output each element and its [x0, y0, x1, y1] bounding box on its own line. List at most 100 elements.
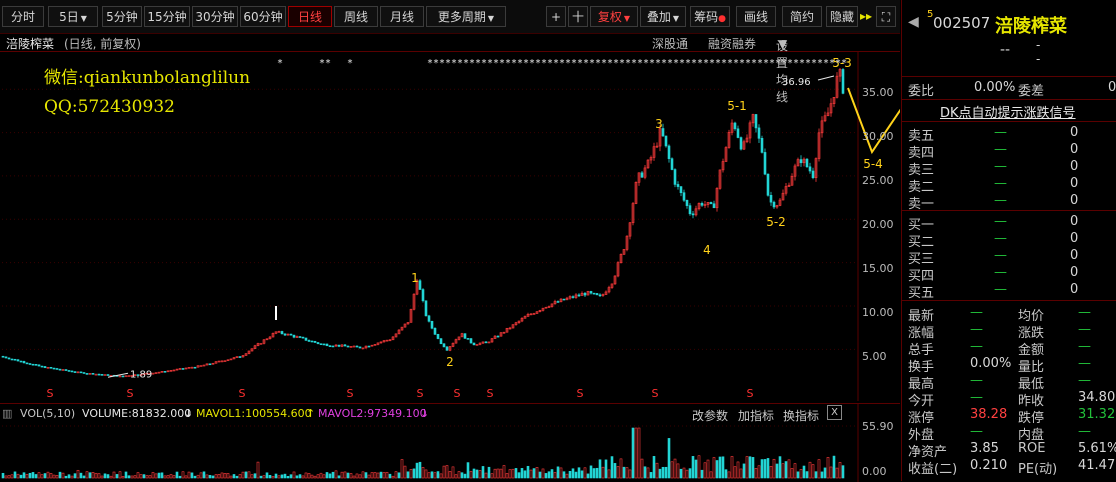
tab-daily[interactable]: 日线: [288, 6, 332, 27]
candle-body: [442, 343, 446, 348]
crosshair-button[interactable]: 十: [568, 6, 588, 27]
candle-body: [280, 331, 284, 335]
stat-row: 外盘 — 内盘 —: [902, 424, 1116, 443]
volume-bar: [733, 466, 737, 479]
volume-bar: [535, 467, 539, 479]
overlay-button[interactable]: 叠加 ▼: [640, 6, 686, 27]
volume-bar: [820, 471, 824, 479]
fuquan-button[interactable]: 复权 ▼: [590, 6, 638, 27]
star-marker: *: [452, 58, 457, 69]
candle-body: [331, 345, 335, 348]
star-marker: *: [704, 58, 709, 69]
volume-bar: [604, 459, 608, 479]
expand-right-icon[interactable]: ▸▸: [858, 6, 874, 27]
volume-bar: [703, 462, 707, 479]
star-marker: *: [626, 58, 631, 69]
tab-60min[interactable]: 60分钟: [240, 6, 286, 27]
wave-label: 3: [655, 117, 663, 131]
prev-stock-icon[interactable]: ◀: [908, 14, 919, 30]
simple-mode-button[interactable]: 简约: [782, 6, 822, 27]
stat-value: 38.28: [970, 407, 1008, 422]
volume-bar: [232, 474, 236, 479]
volume-bar: [505, 473, 509, 479]
draw-line-button[interactable]: 画线: [736, 6, 776, 27]
stat-value: —: [970, 305, 983, 320]
wave-label: 4: [703, 243, 711, 257]
volume-bar: [631, 427, 635, 479]
stat-row: 换手 0.00% 量比 —: [902, 356, 1116, 375]
volume-bar: [388, 473, 392, 479]
volume-bar: [826, 457, 830, 479]
margin-trading-link[interactable]: 融资融券: [708, 35, 756, 52]
volume-bar: [637, 427, 641, 479]
volume-bar: [10, 474, 14, 479]
high-price-label: 36.96: [782, 77, 811, 88]
candle-body: [94, 373, 98, 376]
hide-button[interactable]: 隐藏: [826, 6, 858, 27]
volume-bar: [802, 465, 806, 479]
candle-body: [40, 365, 44, 368]
volume-bar: [583, 467, 587, 479]
volume-bar: [451, 466, 455, 479]
volume-bar: [397, 472, 401, 479]
candle-body: [469, 338, 473, 344]
tab-weekly[interactable]: 周线: [334, 6, 378, 27]
y-tick: 35.00: [862, 86, 894, 99]
dk-signal-link[interactable]: DK点自动提示涨跌信号: [940, 102, 1076, 121]
star-marker: *: [650, 58, 655, 69]
volume-bar: [814, 471, 818, 479]
tab-5min[interactable]: 5分钟: [102, 6, 142, 27]
candle-body: [55, 368, 59, 370]
tab-intraday[interactable]: 分时: [2, 6, 44, 27]
candle-body: [583, 292, 587, 296]
star-marker: *: [752, 58, 757, 69]
tab-more-periods[interactable]: 更多周期 ▼: [426, 6, 506, 27]
candle-body: [472, 342, 476, 346]
candle-body: [70, 370, 74, 373]
volume-bar: [664, 466, 668, 479]
volume-bar: [358, 474, 362, 479]
star-marker: *: [842, 58, 847, 69]
star-marker: *: [734, 58, 739, 69]
candle-body: [34, 364, 38, 366]
volume-bar: [745, 456, 749, 479]
tab-5day[interactable]: 5日 ▼: [48, 6, 98, 27]
volume-bar: [769, 465, 773, 479]
candle-body: [58, 368, 62, 371]
tab-monthly[interactable]: 月线: [380, 6, 424, 27]
volume-bar: [799, 469, 803, 479]
star-marker: *: [716, 58, 721, 69]
volume-bar: [79, 472, 83, 479]
volume-bar: [709, 471, 713, 479]
stat-value: —: [1078, 373, 1091, 388]
volume-pane[interactable]: ▥ VOL(5,10) VOLUME:81832.000 ↓ MAVOL1:10…: [0, 403, 900, 482]
buy-volume: 0: [1070, 231, 1079, 246]
volume-bar: [676, 463, 680, 479]
volume-bar: [781, 463, 785, 479]
volume-bar: [52, 474, 56, 479]
weicha-label: 委差: [1018, 84, 1045, 99]
volume-bar: [625, 467, 629, 479]
volume-bar: [574, 471, 578, 479]
star-marker: *: [656, 58, 661, 69]
volume-bar: [238, 474, 242, 479]
stat-label: PE(动): [1018, 462, 1058, 477]
zoom-in-button[interactable]: +: [546, 6, 566, 27]
candle-body: [754, 114, 758, 129]
candle-body: [151, 372, 155, 375]
candle-body: [670, 158, 674, 170]
candle-body: [667, 145, 671, 159]
shenzhen-connect-link[interactable]: 深股通: [652, 35, 688, 52]
candle-body: [238, 356, 242, 358]
event-marker-s: S: [127, 387, 134, 400]
star-marker: *: [800, 58, 805, 69]
star-marker: *: [686, 58, 691, 69]
volume-bar: [379, 471, 383, 479]
sell-row: 卖一 —0: [902, 193, 1116, 212]
fullscreen-icon[interactable]: ⛶: [876, 6, 896, 27]
chips-button[interactable]: 筹码●: [690, 6, 730, 27]
tab-15min[interactable]: 15分钟: [144, 6, 190, 27]
volume-bar: [91, 472, 95, 479]
y-tick: 10.00: [862, 306, 894, 319]
tab-30min[interactable]: 30分钟: [192, 6, 238, 27]
